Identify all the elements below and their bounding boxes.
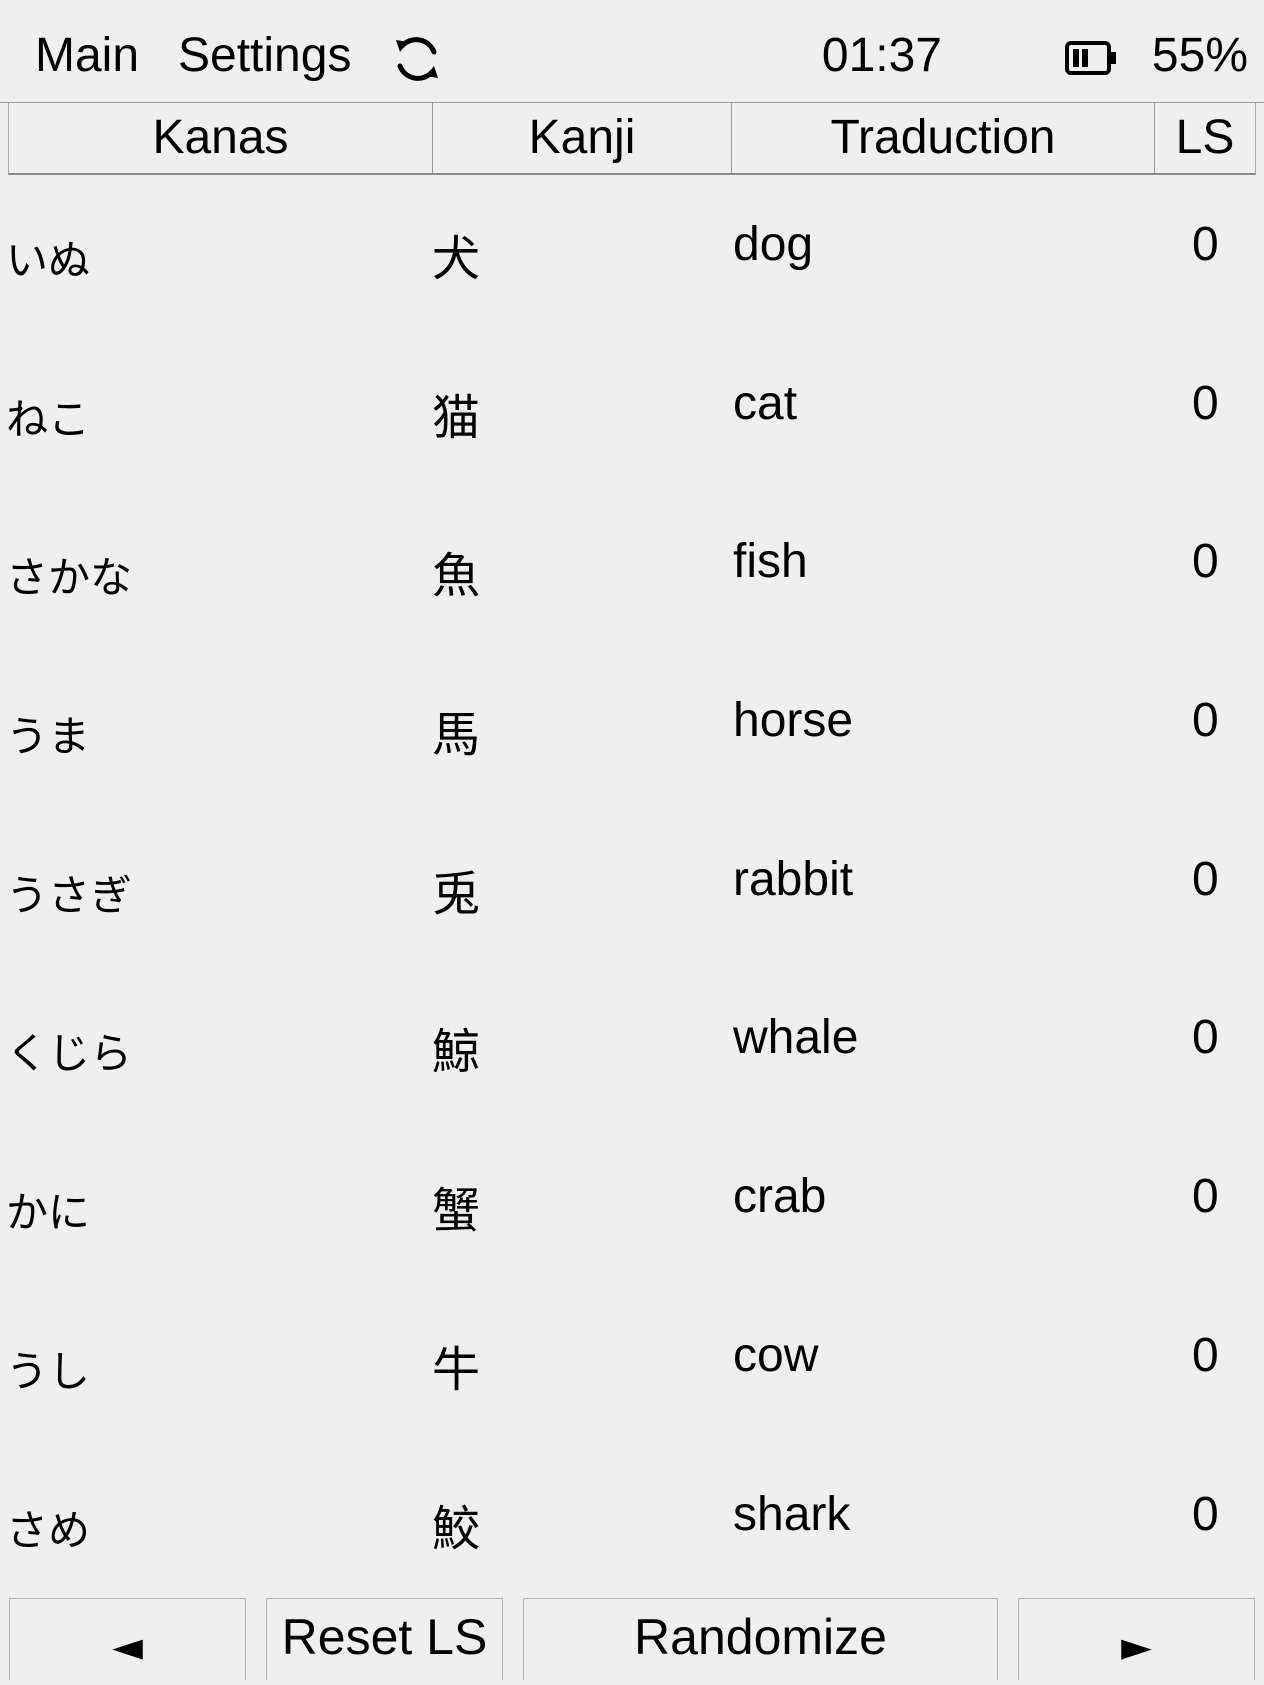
- clock: 01:37: [821, 29, 942, 82]
- right-arrow-icon: ►: [1121, 1624, 1152, 1670]
- kanji-cell: 馬: [432, 707, 481, 764]
- menu-settings[interactable]: Settings: [178, 26, 351, 86]
- ls-cell: 0: [1192, 852, 1219, 906]
- ls-cell: 0: [1192, 218, 1219, 271]
- sync-icon[interactable]: [390, 32, 444, 86]
- table-row[interactable]: かに 蟹 crab 0: [0, 1127, 1264, 1286]
- kana-cell: ねこ: [6, 394, 91, 444]
- kanji-cell: 鮫: [432, 1500, 481, 1557]
- table-row[interactable]: くじら 鯨 whale 0: [0, 968, 1264, 1127]
- battery-percent: 55%: [1151, 29, 1248, 82]
- kanji-cell: 魚: [432, 548, 481, 605]
- kanji-cell: 鯨: [432, 1024, 481, 1081]
- column-header-traduction[interactable]: Traduction: [732, 103, 1155, 173]
- kana-cell: うま: [6, 712, 91, 762]
- column-header-kanas[interactable]: Kanas: [9, 103, 433, 173]
- traduction-cell: horse: [733, 694, 854, 748]
- column-header-ls[interactable]: LS: [1155, 103, 1255, 173]
- ls-cell: 0: [1192, 1328, 1219, 1382]
- kanji-cell: 犬: [432, 231, 481, 287]
- traduction-cell: cow: [733, 1328, 819, 1382]
- ls-cell: 0: [1192, 1011, 1219, 1065]
- traduction-cell: fish: [733, 535, 808, 589]
- table-row[interactable]: いぬ 犬 dog 0: [0, 175, 1264, 334]
- next-page-button[interactable]: ►: [1018, 1598, 1255, 1680]
- ls-cell: 0: [1192, 694, 1219, 748]
- reset-ls-button[interactable]: Reset LS: [266, 1598, 503, 1680]
- kana-cell: さめ: [6, 1505, 91, 1555]
- table-row[interactable]: うし 牛 cow 0: [0, 1286, 1264, 1445]
- battery-icon: [1065, 41, 1116, 75]
- kana-cell: かに: [6, 1188, 91, 1238]
- menu-main[interactable]: Main: [35, 26, 139, 86]
- table-row[interactable]: うま 馬 horse 0: [0, 651, 1264, 810]
- top-bar: Main Settings 01:37 55%: [0, 0, 1264, 103]
- kanji-cell: 蟹: [432, 1183, 481, 1240]
- table-body: いぬ 犬 dog 0 ねこ 猫 cat 0 さかな 魚 fish 0 うま 馬 …: [0, 175, 1264, 1603]
- left-arrow-icon: ◄: [112, 1624, 143, 1670]
- ls-cell: 0: [1192, 376, 1219, 430]
- kanji-cell: 兎: [432, 865, 481, 922]
- table-row[interactable]: さめ 鮫 shark 0: [0, 1445, 1264, 1604]
- table-row[interactable]: ねこ 猫 cat 0: [0, 334, 1264, 493]
- kanji-cell: 猫: [432, 389, 481, 446]
- traduction-cell: crab: [733, 1170, 827, 1224]
- kana-cell: いぬ: [6, 236, 91, 285]
- traduction-cell: cat: [733, 376, 798, 430]
- kana-cell: うさぎ: [6, 870, 133, 920]
- kanji-cell: 牛: [432, 1341, 481, 1398]
- prev-page-button[interactable]: ◄: [9, 1598, 246, 1680]
- traduction-cell: dog: [733, 218, 814, 271]
- table-row[interactable]: うさぎ 兎 rabbit 0: [0, 810, 1264, 969]
- bottom-bar: ◄ Reset LS Randomize ►: [0, 1598, 1264, 1680]
- ls-cell: 0: [1192, 535, 1219, 589]
- randomize-button[interactable]: Randomize: [523, 1598, 998, 1680]
- kana-cell: さかな: [6, 553, 133, 603]
- ls-cell: 0: [1192, 1170, 1219, 1224]
- traduction-cell: whale: [733, 1011, 859, 1065]
- column-header-kanji[interactable]: Kanji: [433, 103, 732, 173]
- kana-cell: うし: [6, 1346, 91, 1396]
- table-header: Kanas Kanji Traduction LS: [8, 103, 1256, 175]
- traduction-cell: rabbit: [733, 852, 854, 906]
- kana-cell: くじら: [6, 1029, 133, 1079]
- table-row[interactable]: さかな 魚 fish 0: [0, 492, 1264, 651]
- traduction-cell: shark: [733, 1487, 851, 1541]
- ls-cell: 0: [1192, 1487, 1219, 1541]
